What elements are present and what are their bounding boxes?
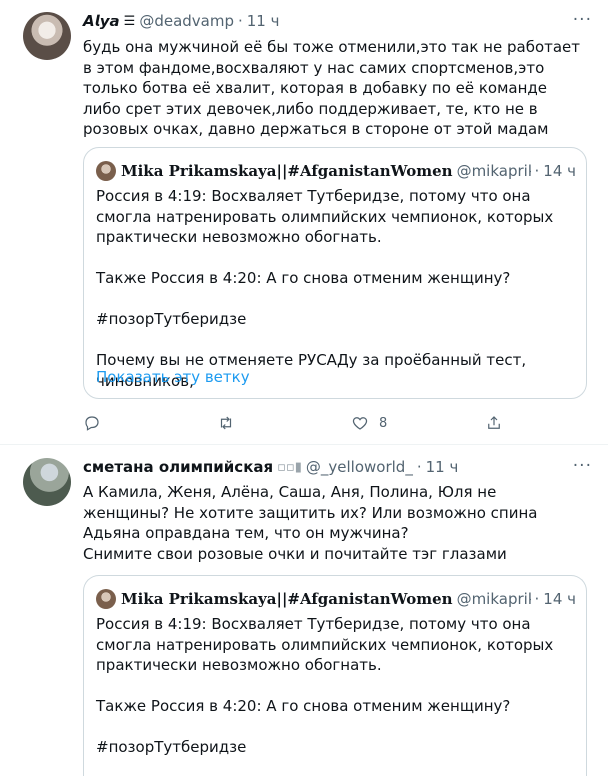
timestamp[interactable]: 11 ч <box>426 458 459 476</box>
quoted-text: Россия в 4:19: Восхваляет Тутберидзе, по… <box>96 187 554 390</box>
show-thread-link[interactable]: Показать эту ветку <box>96 368 250 386</box>
separator-dot: · <box>237 12 243 30</box>
display-name[interactable]: 𝘼𝙡𝙮𝙖 <box>83 12 120 30</box>
share-icon <box>488 416 500 429</box>
quoted-display-name: 𝐌𝐢𝐤𝐚 𝐏𝐫𝐢𝐤𝐚𝐦𝐬𝐤𝐚𝐲𝐚||#AfganistanWomen <box>121 162 453 180</box>
quoted-handle: @mikaprikamsk... <box>456 162 531 180</box>
like-button[interactable]: 8 <box>351 414 485 432</box>
display-name[interactable]: сметана олимпийская <box>83 458 273 476</box>
quoted-handle: @mikaprikamsk... <box>456 590 531 608</box>
share-button[interactable] <box>485 414 503 432</box>
quoted-display-name: 𝐌𝐢𝐤𝐚 𝐏𝐫𝐢𝐤𝐚𝐦𝐬𝐤𝐚𝐲𝐚||#AfganistanWomen <box>121 590 453 608</box>
tweet-text: будь она мужчиной её бы тоже отменили,эт… <box>83 38 581 138</box>
quoted-tweet-header: 𝐌𝐢𝐤𝐚 𝐏𝐫𝐢𝐤𝐚𝐦𝐬𝐤𝐚𝐲𝐚||#AfganistanWomen @mika… <box>96 161 576 181</box>
quoted-avatar <box>96 589 116 609</box>
timestamp[interactable]: 11 ч <box>247 12 280 30</box>
quoted-tweet[interactable]: 𝐌𝐢𝐤𝐚 𝐏𝐫𝐢𝐤𝐚𝐦𝐬𝐤𝐚𝐲𝐚||#AfganistanWomen @mika… <box>83 575 587 776</box>
quoted-timestamp: 14 ч <box>543 590 576 608</box>
avatar[interactable] <box>23 12 71 60</box>
tweet-text: А Камила, Женя, Алёна, Саша, Аня, Полина… <box>83 483 538 563</box>
more-horizontal-icon[interactable]: ··· <box>573 10 592 30</box>
separator-dot: · <box>534 590 540 608</box>
name-emoji: ▫▫▮ <box>277 459 302 475</box>
avatar[interactable] <box>23 458 71 506</box>
tweet-header: сметана олимпийская ▫▫▮ @_yelloworld_ · … <box>83 458 568 476</box>
quoted-avatar <box>96 161 116 181</box>
quoted-timestamp: 14 ч <box>543 162 576 180</box>
like-count: 8 <box>379 415 388 431</box>
heart-icon <box>352 417 368 430</box>
reply-button[interactable] <box>83 414 217 432</box>
tweet-header: 𝘼𝙡𝙮𝙖 ☰ @deadvamp · 11 ч <box>83 12 568 30</box>
retweet-icon <box>220 416 232 430</box>
tweet[interactable]: сметана олимпийская ▫▫▮ @_yelloworld_ · … <box>0 445 608 776</box>
quoted-tweet[interactable]: 𝐌𝐢𝐤𝐚 𝐏𝐫𝐢𝐤𝐚𝐦𝐬𝐤𝐚𝐲𝐚||#AfganistanWomen @mika… <box>83 147 587 399</box>
user-handle[interactable]: @deadvamp <box>139 12 234 30</box>
reply-icon <box>85 416 99 431</box>
more-horizontal-icon[interactable]: ··· <box>573 456 592 476</box>
user-handle[interactable]: @_yelloworld_ <box>306 458 413 476</box>
separator-dot: · <box>534 162 540 180</box>
name-emoji: ☰ <box>123 13 136 29</box>
quoted-tweet-header: 𝐌𝐢𝐤𝐚 𝐏𝐫𝐢𝐤𝐚𝐦𝐬𝐤𝐚𝐲𝐚||#AfganistanWomen @mika… <box>96 589 576 609</box>
quoted-text: Россия в 4:19: Восхваляет Тутберидзе, по… <box>96 615 554 756</box>
retweet-button[interactable] <box>217 414 351 432</box>
tweet-actions: 8 <box>83 414 503 432</box>
separator-dot: · <box>416 458 422 476</box>
tweet[interactable]: 𝘼𝙡𝙮𝙖 ☰ @deadvamp · 11 ч ··· будь она муж… <box>0 0 608 444</box>
